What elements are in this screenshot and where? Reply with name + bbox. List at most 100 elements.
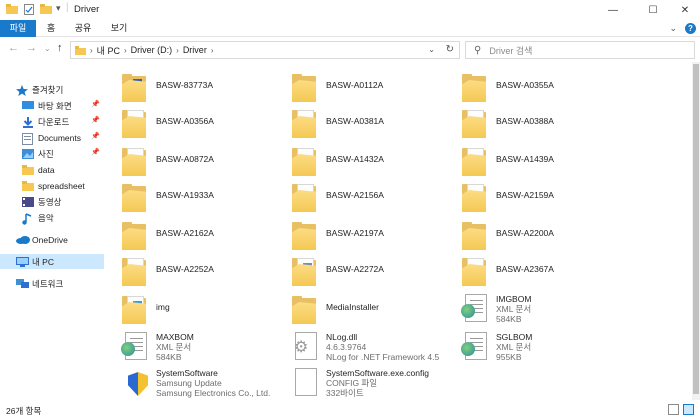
cloud-icon [16, 235, 30, 245]
file-item[interactable]: BASW-83773A [108, 70, 278, 106]
file-texts: SGLBOM XML 문서 955KB [496, 332, 532, 362]
search-box[interactable]: ⚲ Driver 검색 [465, 41, 695, 59]
file-item[interactable]: SystemSoftware.exe.config CONFIG 파일 332바이트 [278, 366, 448, 402]
file-name: BASW-83773A [156, 80, 214, 90]
maximize-button[interactable]: ☐ [636, 0, 670, 20]
nav-item[interactable]: spreadsheet [0, 178, 104, 193]
file-item[interactable]: BASW-A2272A [278, 254, 448, 290]
nav-item-label: 다운로드 [38, 116, 70, 127]
tab-file[interactable]: 파일 [0, 20, 36, 37]
file-item[interactable]: BASW-A2197A [278, 218, 448, 254]
file-name: BASW-A2272A [326, 264, 384, 274]
recent-chevron-icon[interactable]: ⌄ [44, 44, 51, 53]
file-item[interactable]: BASW-A0355A [448, 70, 618, 106]
nav-item[interactable]: OneDrive [0, 232, 104, 247]
file-item[interactable]: SystemSoftware Samsung Update Samsung Elec… [108, 366, 278, 402]
file-item[interactable]: BASW-A1432A [278, 144, 448, 180]
nav-item[interactable]: 음악 [0, 210, 104, 225]
file-texts: BASW-A0356A [156, 108, 214, 126]
minimize-button[interactable]: — [596, 0, 630, 20]
breadcrumb-my-pc[interactable]: 내 PC [97, 44, 120, 57]
address-bar[interactable]: › 내 PC › Driver (D:) › Driver › ⌄ ↻ [70, 41, 460, 59]
file-detail: XML 문서 [156, 342, 192, 352]
file-texts: BASW-A1432A [326, 146, 384, 164]
nav-item-label: Documents [38, 132, 81, 143]
file-texts: MediaInstaller [326, 294, 379, 312]
tab-home[interactable]: 홈 [40, 20, 62, 37]
folder-icon [118, 70, 152, 104]
file-name: BASW-A1439A [496, 154, 554, 164]
refresh-icon[interactable]: ↻ [446, 44, 454, 55]
tab-view[interactable]: 보기 [108, 20, 130, 37]
file-item[interactable]: ⚙ NLog.dll 4.6.3.9764 NLog for .NET Framewo… [278, 330, 448, 366]
file-item[interactable]: BASW-A0356A [108, 106, 278, 142]
file-item[interactable]: BASW-A2252A [108, 254, 278, 290]
nav-item-label: OneDrive [32, 234, 68, 245]
nav-item[interactable]: Documents 📌 [0, 130, 104, 145]
breadcrumb-driver[interactable]: Driver [183, 45, 207, 55]
properties-icon[interactable] [24, 4, 34, 15]
forward-icon[interactable]: → [26, 42, 37, 54]
file-item[interactable]: BASW-A0112A [278, 70, 448, 106]
file-detail: 4.6.3.9764 [326, 342, 367, 352]
file-item[interactable]: BASW-A2159A [448, 180, 618, 216]
up-icon[interactable]: ↑ [57, 42, 63, 54]
nav-item-label: 음악 [38, 212, 54, 223]
vertical-scrollbar[interactable] [692, 62, 700, 400]
file-item[interactable]: BASW-A2200A [448, 218, 618, 254]
file-name: BASW-A2200A [496, 228, 554, 238]
scrollbar-thumb[interactable] [693, 64, 699, 394]
nav-item[interactable]: 바탕 화면 📌 [0, 98, 104, 113]
file-item[interactable]: BASW-A2367A [448, 254, 618, 290]
file-item[interactable]: SGLBOM XML 문서 955KB [448, 330, 618, 366]
breadcrumb-drive[interactable]: Driver (D:) [131, 45, 173, 55]
nav-item-label: 바탕 화면 [38, 100, 72, 111]
file-item[interactable]: BASW-A0381A [278, 106, 448, 142]
nav-item[interactable]: data [0, 162, 104, 177]
nav-item[interactable]: 내 PC [0, 254, 104, 269]
file-item[interactable]: MediaInstaller [278, 292, 448, 328]
close-button[interactable]: ✕ [668, 0, 700, 20]
nav-item[interactable]: 즐겨찾기 [0, 82, 104, 97]
file-item[interactable]: IMGBOM XML 문서 584KB [448, 292, 618, 328]
file-item[interactable]: BASW-A0872A [108, 144, 278, 180]
new-folder-icon[interactable] [40, 4, 52, 14]
file-texts: BASW-A2197A [326, 220, 384, 238]
file-item[interactable]: BASW-A2162A [108, 218, 278, 254]
file-item[interactable]: BASW-A1439A [448, 144, 618, 180]
file-item[interactable]: MAXBOM XML 문서 584KB [108, 330, 278, 366]
file-name: SystemSoftware [156, 368, 218, 378]
chevron-down-icon[interactable]: ▾ [56, 3, 61, 14]
details-view-icon[interactable] [668, 404, 679, 415]
file-item[interactable]: img [108, 292, 278, 328]
back-icon[interactable]: ← [8, 42, 19, 54]
file-item[interactable]: BASW-A0388A [448, 106, 618, 142]
file-item[interactable]: BASW-A2156A [278, 180, 448, 216]
help-icon[interactable]: ? [685, 23, 696, 34]
folder-icon [458, 254, 492, 288]
nav-item[interactable]: 다운로드 📌 [0, 114, 104, 129]
network-icon [16, 278, 29, 289]
nav-item-label: 동영상 [38, 196, 62, 207]
star-icon [16, 84, 28, 96]
search-input[interactable]: Driver 검색 [489, 44, 532, 57]
tiles-view-icon[interactable] [683, 404, 694, 415]
nav-item[interactable]: 네트워크 [0, 276, 104, 291]
file-texts: SystemSoftware.exe.config CONFIG 파일 332바이트 [326, 368, 429, 398]
file-item[interactable]: BASW-A1933A [108, 180, 278, 216]
ribbon-tabs: 파일 홈 공유 보기 ⌄ ? [0, 20, 700, 37]
expand-ribbon-icon[interactable]: ⌄ [669, 23, 677, 34]
address-dropdown-icon[interactable]: ⌄ [428, 45, 435, 54]
desktop-icon [22, 100, 34, 111]
folder-icon [75, 45, 86, 55]
breadcrumb-separator-icon: › [210, 45, 214, 55]
tab-share[interactable]: 공유 [72, 20, 94, 37]
folder-icon [288, 180, 322, 214]
folder-icon [458, 70, 492, 104]
file-texts: NLog.dll 4.6.3.9764 NLog for .NET Framewor… [326, 332, 439, 362]
nav-item[interactable]: 동영상 [0, 194, 104, 209]
file-name: BASW-A0872A [156, 154, 214, 164]
nav-item[interactable]: 사진 📌 [0, 146, 104, 161]
folder-icon [458, 180, 492, 214]
file-name: MAXBOM [156, 332, 194, 342]
